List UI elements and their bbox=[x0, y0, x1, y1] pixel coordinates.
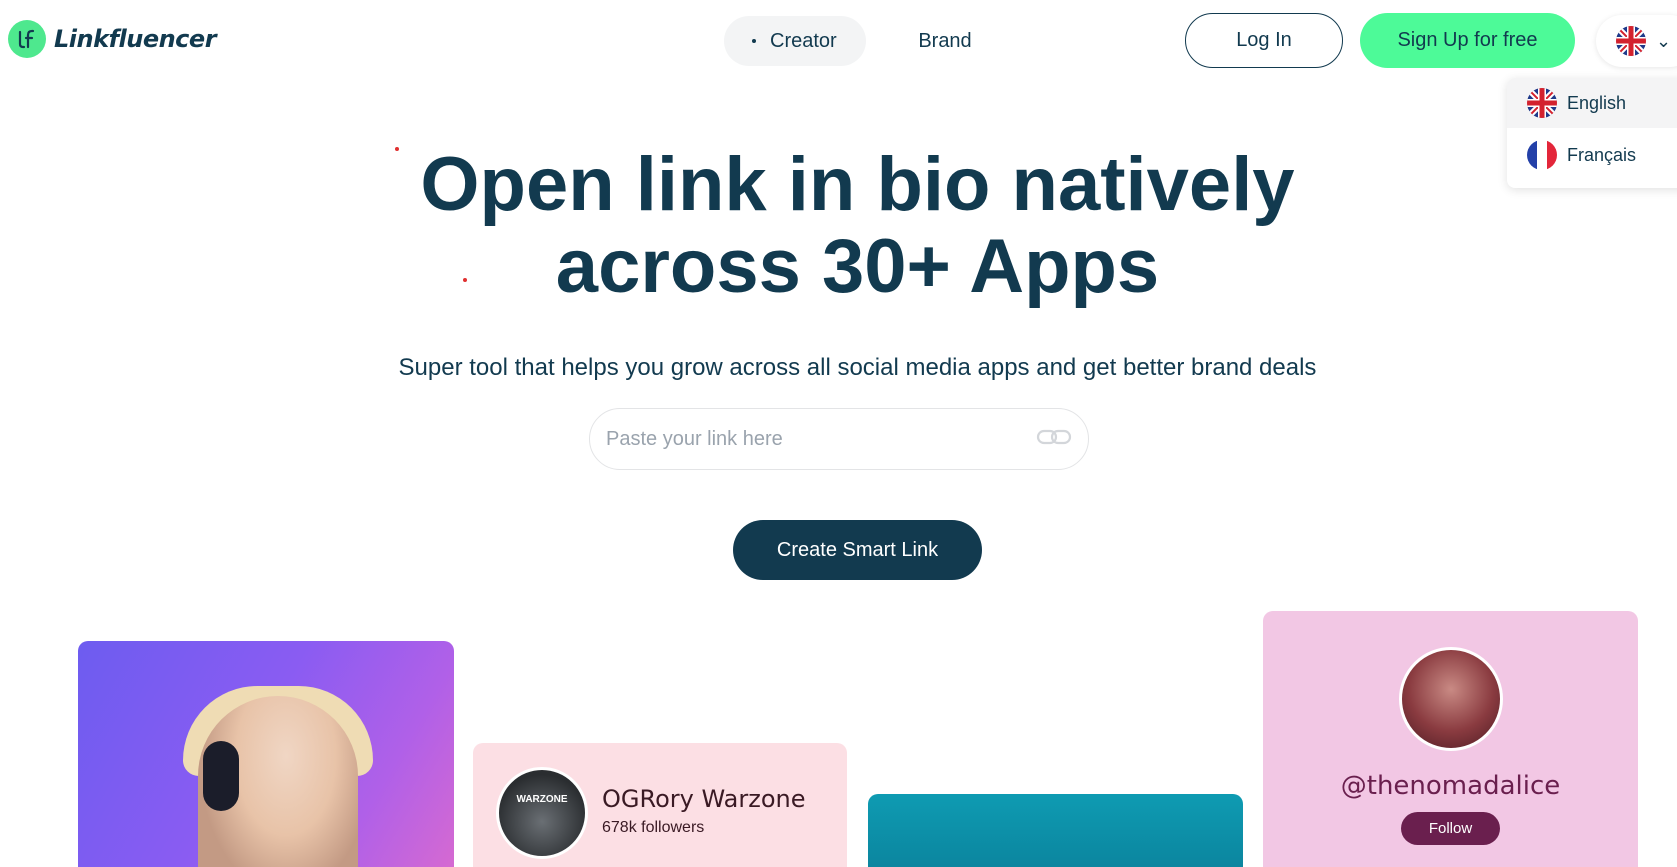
uk-flag-icon bbox=[1616, 26, 1646, 56]
logo-mark-icon bbox=[8, 20, 46, 58]
follower-count: 678k followers bbox=[602, 819, 705, 836]
creator-photo-card bbox=[78, 641, 454, 867]
active-dot-icon bbox=[752, 39, 756, 43]
create-smart-link-button[interactable]: Create Smart Link bbox=[733, 520, 982, 580]
language-toggle[interactable]: ⌄ bbox=[1596, 15, 1677, 67]
nav-creator-label: Creator bbox=[770, 29, 837, 52]
logo-text: Linkfluencer bbox=[54, 25, 217, 53]
chevron-down-icon: ⌄ bbox=[1656, 30, 1672, 51]
nav-brand-label: Brand bbox=[918, 29, 972, 52]
decorative-dot bbox=[395, 147, 399, 151]
follow-button[interactable]: Follow bbox=[1401, 812, 1500, 845]
signup-button[interactable]: Sign Up for free bbox=[1360, 13, 1575, 68]
nav-creator[interactable]: Creator bbox=[724, 16, 866, 66]
logo[interactable]: Linkfluencer bbox=[8, 20, 217, 58]
link-icon bbox=[1036, 427, 1072, 452]
hero-title: Open link in bio natively across 30+ App… bbox=[0, 144, 1677, 308]
avatar: WARZONE bbox=[496, 767, 588, 859]
decorative-dot bbox=[463, 278, 467, 282]
profile-card-ogrory[interactable]: WARZONE OGRory Warzone 678k followers bbox=[473, 743, 847, 867]
link-input[interactable] bbox=[606, 427, 1036, 451]
avatar bbox=[1399, 647, 1503, 751]
hero-title-line: across 30+ Apps bbox=[555, 224, 1160, 309]
nav-brand[interactable]: Brand bbox=[900, 16, 990, 66]
landing-page: Linkfluencer Creator Brand Log In Sign U… bbox=[0, 0, 1677, 867]
teal-card bbox=[868, 794, 1243, 867]
language-option-english[interactable]: English bbox=[1507, 78, 1677, 128]
profile-name: OGRory Warzone bbox=[602, 785, 806, 813]
profile-handle: @thenomadalice bbox=[1340, 771, 1561, 801]
login-button[interactable]: Log In bbox=[1185, 13, 1343, 68]
profile-card-alice[interactable]: @thenomadalice Follow bbox=[1263, 611, 1638, 867]
hero-subtitle: Super tool that helps you grow across al… bbox=[398, 354, 1317, 381]
link-input-field[interactable] bbox=[589, 408, 1089, 470]
avatar-text: WARZONE bbox=[516, 794, 568, 805]
language-option-label: English bbox=[1567, 92, 1627, 113]
hero-title-line: Open link in bio natively bbox=[420, 142, 1295, 227]
headset-icon bbox=[203, 741, 239, 811]
uk-flag-icon bbox=[1527, 88, 1557, 118]
